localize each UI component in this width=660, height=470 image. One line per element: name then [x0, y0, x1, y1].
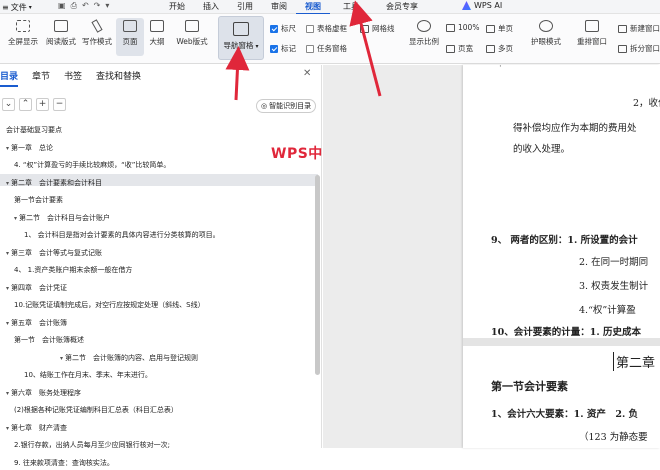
annotation-arrows: [225, 0, 382, 101]
arrow-to-nav-pane: [225, 46, 250, 101]
toc-item-label: 9. 往来款项清查：查询核实法。: [14, 458, 114, 467]
toc-item[interactable]: 9. 往来款项清查：查询核实法。: [14, 456, 114, 470]
arrow-to-view-tab: [349, 0, 382, 97]
